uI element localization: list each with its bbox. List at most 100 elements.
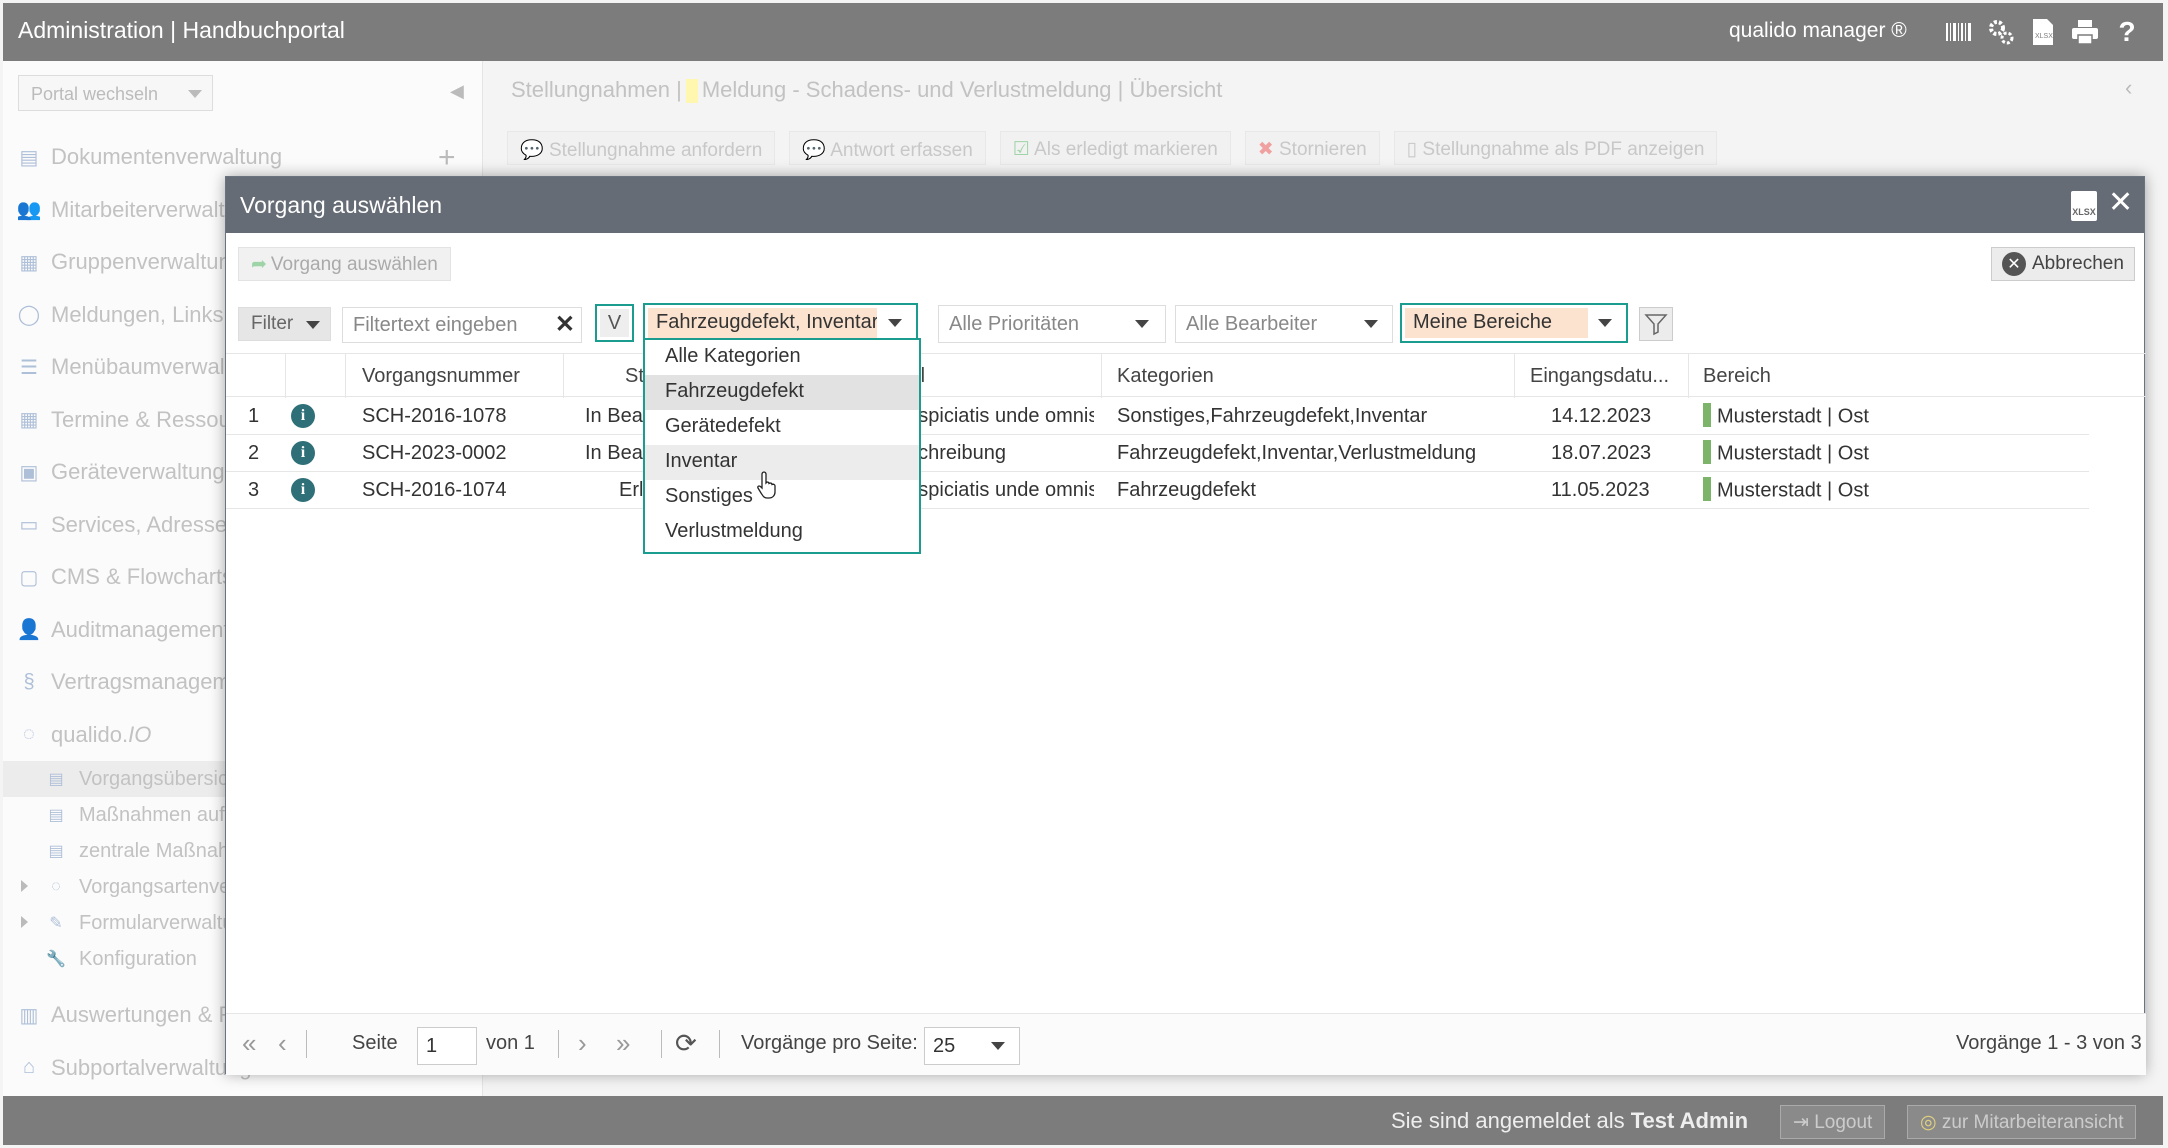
column-date[interactable]: Eingangsdatu... [1530,354,1680,398]
app-title: Administration | Handbuchportal [18,17,345,43]
xlsx-icon[interactable]: XLSX [2027,16,2059,48]
dropdown-option[interactable]: Fahrzeugdefekt [645,375,919,410]
comment-icon: 💬 [802,140,831,161]
per-page-label: Vorgänge pro Seite: [741,1032,918,1054]
employee-view-button[interactable]: ◎ zur Mitarbeiteransicht [1907,1105,2137,1139]
comments-icon: 💬 [520,140,549,161]
last-page-icon[interactable]: » [616,1028,630,1059]
row-number: SCH-2023-0002 [362,442,507,464]
collapse-right-icon[interactable]: ‹ [2125,75,2132,101]
refresh-icon[interactable]: ⟳ [675,1028,697,1059]
dropdown-option[interactable]: Alle Kategorien [645,340,919,375]
row-area: Musterstadt | Ost [1717,442,1869,465]
dropdown-option[interactable]: Verlustmeldung [645,515,919,550]
cancel-icon: ✖ [1257,139,1279,160]
request-statement-button[interactable]: 💬 Stellungnahme anfordern [507,131,776,165]
table-row[interactable]: 2 i SCH-2023-0002 In Bearbeitung Testbes… [226,435,2089,472]
dropdown-option[interactable]: Gerätedefekt [645,410,919,445]
row-categories: Fahrzeugdefekt,Inventar,Verlustmeldung [1117,442,1477,464]
barcode-icon[interactable] [1943,16,1975,48]
next-page-icon[interactable]: › [578,1028,587,1059]
row-date: 14.12.2023 [1551,405,1652,427]
info-icon[interactable]: i [291,404,315,428]
logout-icon: ⇥ [1793,1112,1815,1133]
expand-icon[interactable] [21,880,28,892]
filter-row: Filter Filtertext eingeben ✕ V Fahrzeugde… [238,303,2138,343]
row-date: 11.05.2023 [1551,479,1650,501]
column-number[interactable]: Vorgangsnummer [362,354,532,398]
row-area: Musterstadt | Ost [1717,479,1869,502]
target-icon: ◎ [1920,1112,1942,1133]
mark-done-button[interactable]: ☑ Als erledigt markieren [999,131,1231,165]
page-input[interactable]: 1 [417,1027,477,1065]
dropdown-option[interactable]: Inventar [645,445,919,480]
portal-select[interactable]: Portal wechseln [18,75,213,111]
area-select[interactable]: Meine Bereiche [1400,303,1628,343]
bar-chart-icon: ▥ [19,1004,39,1027]
funnel-filter-icon[interactable] [1639,307,1673,341]
grid-header: Vorgangsnummer Status Titel Kategorien E… [226,353,2146,398]
logout-button[interactable]: ⇥ Logout [1780,1105,1886,1139]
add-icon[interactable]: + [438,141,456,175]
cancel-statement-button[interactable]: ✖ Stornieren [1244,131,1380,165]
record-answer-button[interactable]: 💬 Antwort erfassen [789,131,986,165]
category-select[interactable]: Fahrzeugdefekt, Inventar [643,303,918,343]
cancel-circle-icon: ✕ [2002,252,2026,276]
page-count: von 1 [486,1032,535,1054]
area-color-bar [1703,440,1711,464]
hand-cursor-icon [757,471,776,499]
prev-page-icon[interactable]: ‹ [278,1028,287,1059]
gears-icon[interactable] [1985,16,2017,48]
select-process-button[interactable]: ➦ Vorgang auswählen [238,247,451,281]
auditor-icon: 👤 [16,619,42,642]
area-color-bar [1703,477,1711,501]
print-icon[interactable] [2069,16,2101,48]
breadcrumb: Stellungnahmen | Meldung - Schadens- und … [511,77,1223,104]
address-card-icon: ▭ [19,514,39,537]
column-area[interactable]: Bereich [1703,354,1853,398]
clear-filter-icon[interactable]: ✕ [555,310,575,339]
info-icon[interactable]: i [291,441,315,465]
refresh-circle-icon: ◌ [51,878,61,895]
table-row[interactable]: 1 i SCH-2016-1078 In Bearbeitung Sed ut … [226,398,2089,435]
row-index: 3 [248,479,260,501]
pdf-icon: ▯ [1406,139,1423,160]
status-bar: Sie sind angemeldet als Test Admin ⇥ Log… [3,1096,2163,1145]
v-filter-button[interactable]: V [595,304,634,342]
document-icon: ▤ [48,843,64,860]
row-index: 1 [248,405,260,427]
help-icon[interactable]: ? [2111,16,2143,48]
document-icon: ▤ [48,807,64,824]
svg-text:XLSX: XLSX [2035,33,2053,40]
share-arrow-icon: ➦ [251,254,267,275]
cancel-button[interactable]: ✕ Abbrechen [1991,247,2135,281]
category-dropdown-list: Alle Kategorien Fahrzeugdefekt Gerätedef… [643,338,921,554]
per-page-select[interactable]: 25 [924,1027,1020,1065]
form-edit-icon: ✎ [49,915,63,932]
paragraph-icon: § [23,670,35,693]
document-icon: ▤ [48,771,64,788]
dropdown-option[interactable]: Sonstiges [645,480,919,515]
row-index: 2 [248,442,260,464]
list-icon: ☰ [20,356,38,379]
expand-icon[interactable] [21,916,28,928]
excel-export-icon[interactable]: XLSX [2071,191,2097,221]
home-icon: ⌂ [22,1056,36,1079]
column-categories[interactable]: Kategorien [1117,354,1367,398]
info-icon[interactable]: i [291,478,315,502]
area-color-bar [1703,403,1711,427]
show-pdf-button[interactable]: ▯ Stellungnahme als PDF anzeigen [1393,131,1718,165]
dialog-title: Vorgang auswählen [240,192,443,218]
first-page-icon[interactable]: « [242,1028,256,1059]
filter-text-input[interactable]: Filtertext eingeben ✕ [342,307,582,343]
filter-button[interactable]: Filter [238,307,331,341]
table-row[interactable]: 3 i SCH-2016-1074 Erledigt Sed ut perspi… [226,472,2089,509]
users-icon: 👥 [16,199,42,222]
page-label: Seite [352,1032,398,1054]
close-icon[interactable]: ✕ [2108,185,2133,220]
collapse-left-icon[interactable]: ◀ [450,81,464,102]
priority-select[interactable]: Alle Prioritäten [938,305,1166,343]
assignee-select[interactable]: Alle Bearbeiter [1175,305,1393,343]
comment-icon: ◯ [17,304,41,327]
login-info: Sie sind angemeldet als Test Admin [1391,1108,1749,1133]
